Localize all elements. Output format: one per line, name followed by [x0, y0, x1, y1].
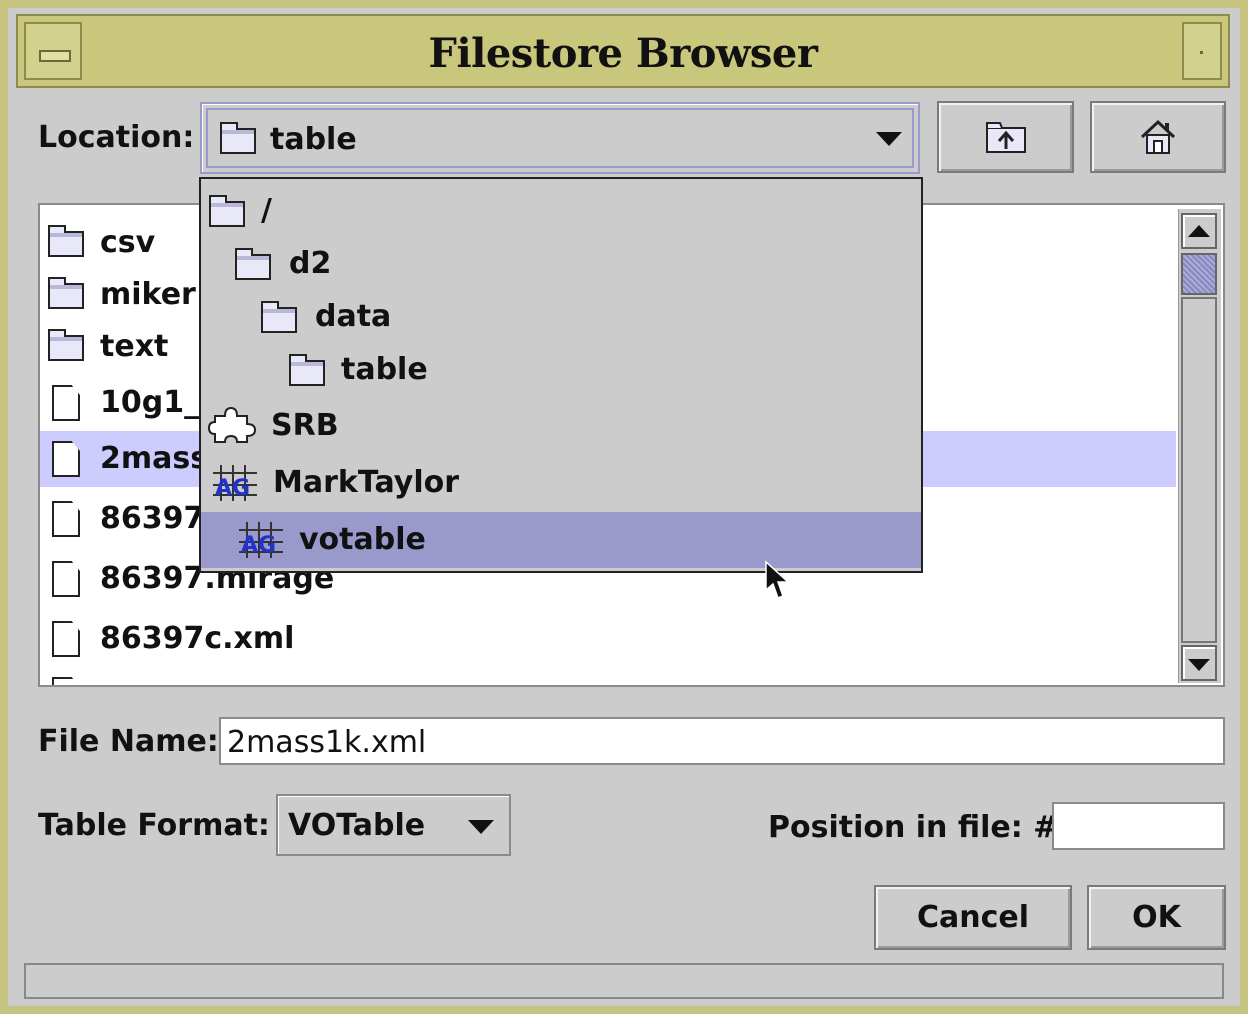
- chevron-down-icon: [468, 820, 494, 834]
- table-format-value: VOTable: [288, 808, 426, 843]
- popup-item-root[interactable]: /: [201, 183, 921, 239]
- folder-icon: [48, 277, 84, 309]
- popup-item-label: votable: [299, 522, 426, 557]
- folder-icon: [289, 354, 325, 386]
- astrogrid-icon: AG: [213, 465, 257, 501]
- popup-item-label: table: [341, 352, 428, 387]
- popup-item-label: SRB: [271, 408, 339, 443]
- ok-button[interactable]: OK: [1087, 885, 1226, 950]
- location-label: Location:: [38, 120, 195, 155]
- file-name: csv: [100, 225, 156, 260]
- document-icon: [52, 621, 80, 657]
- scroll-track[interactable]: [1181, 297, 1217, 643]
- table-format-combo[interactable]: VOTable: [276, 794, 511, 856]
- home-icon: [1140, 119, 1176, 154]
- popup-item-d2[interactable]: d2: [201, 236, 921, 292]
- scroll-up-button[interactable]: [1181, 213, 1217, 249]
- document-icon: [52, 501, 80, 537]
- document-icon: [52, 385, 80, 421]
- file-name: 10g1_: [100, 385, 200, 420]
- svg-text:AG: AG: [215, 476, 250, 501]
- popup-item-label: /: [261, 193, 272, 228]
- folder-icon: [48, 329, 84, 361]
- up-folder-button[interactable]: [937, 101, 1074, 173]
- chevron-up-icon: [1188, 225, 1210, 237]
- file-name-value: 2mass1k.xml: [227, 725, 427, 760]
- status-bar: [24, 963, 1224, 999]
- document-icon: [52, 677, 80, 685]
- position-label: Position in file: #: [768, 810, 1059, 845]
- list-item[interactable]: 86397c.xml: [40, 611, 1176, 667]
- popup-item-label: d2: [289, 246, 332, 281]
- popup-item-marktaylor[interactable]: AG MarkTaylor: [201, 455, 921, 511]
- chevron-down-icon: [1188, 659, 1210, 671]
- chevron-down-icon: [876, 132, 902, 146]
- location-dropdown-popup[interactable]: / d2 data table SRB AG MarkTaylor AG vot…: [199, 177, 923, 573]
- window-title: Filestore Browser: [428, 30, 818, 77]
- file-name-field[interactable]: 2mass1k.xml: [219, 717, 1225, 765]
- scroll-thumb[interactable]: [1181, 253, 1217, 295]
- folder-icon: [220, 122, 256, 154]
- file-name: 86397c.xml: [100, 621, 295, 656]
- title-bar[interactable]: Filestore Browser: [16, 14, 1230, 88]
- astrogrid-icon: AG: [239, 522, 283, 558]
- minimize-button[interactable]: [1182, 22, 1222, 80]
- puzzle-icon: [207, 406, 257, 443]
- popup-item-data[interactable]: data: [201, 289, 921, 345]
- popup-item-votable[interactable]: AG votable: [201, 512, 921, 568]
- file-name: text: [100, 329, 169, 364]
- folder-icon: [48, 225, 84, 257]
- folder-icon: [209, 195, 245, 227]
- vertical-scrollbar[interactable]: [1178, 209, 1221, 683]
- mouse-pointer-icon: [765, 560, 790, 599]
- file-name: 2mass: [100, 441, 209, 476]
- list-item-partial[interactable]: [40, 667, 1176, 685]
- location-combo[interactable]: table: [200, 102, 920, 174]
- home-button[interactable]: [1090, 101, 1226, 173]
- file-name-label: File Name:: [38, 724, 219, 759]
- document-icon: [52, 441, 80, 477]
- file-name: 86397: [100, 501, 205, 536]
- popup-item-srb[interactable]: SRB: [201, 398, 921, 454]
- popup-item-label: MarkTaylor: [273, 465, 460, 500]
- popup-item-table[interactable]: table: [201, 342, 921, 398]
- folder-icon: [261, 301, 297, 333]
- cancel-button[interactable]: Cancel: [874, 885, 1072, 950]
- table-format-label: Table Format:: [38, 808, 270, 843]
- up-folder-icon: [985, 122, 1026, 153]
- folder-icon: [235, 248, 271, 280]
- location-value: table: [270, 122, 357, 157]
- scroll-down-button[interactable]: [1181, 645, 1217, 681]
- svg-text:AG: AG: [241, 533, 276, 558]
- file-name: miker: [100, 277, 196, 312]
- popup-item-label: data: [315, 299, 392, 334]
- document-icon: [52, 561, 80, 597]
- position-field[interactable]: [1052, 802, 1225, 850]
